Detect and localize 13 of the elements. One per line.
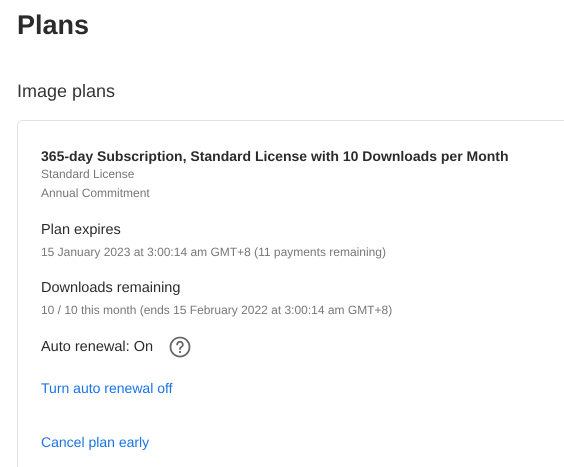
fact-value: 15 January 2023 at 3:00:14 am GMT+8 (11 payments remaining) bbox=[41, 244, 387, 261]
plan-name: 365-day Subscription, Standard License with 10 Downloads per Month bbox=[41, 147, 510, 165]
turn-off-renewal-link[interactable]: Turn auto renewal off bbox=[41, 380, 173, 396]
help-icon[interactable] bbox=[169, 336, 192, 358]
fact-label: Plan expires bbox=[41, 221, 122, 239]
cancel-plan-link[interactable]: Cancel plan early bbox=[41, 434, 150, 450]
fact-value: 10 / 10 this month (ends 15 February 2022 at 3:00:14 am GMT+8) bbox=[41, 302, 394, 319]
auto-renewal-status: Auto renewal: On bbox=[41, 338, 154, 356]
plan-detail: Standard License bbox=[41, 166, 136, 183]
page-title: Plans bbox=[17, 9, 90, 41]
section-title: Image plans bbox=[17, 80, 116, 102]
fact-label: Downloads remaining bbox=[41, 279, 182, 297]
plan-detail: Annual Commitment bbox=[41, 185, 151, 202]
